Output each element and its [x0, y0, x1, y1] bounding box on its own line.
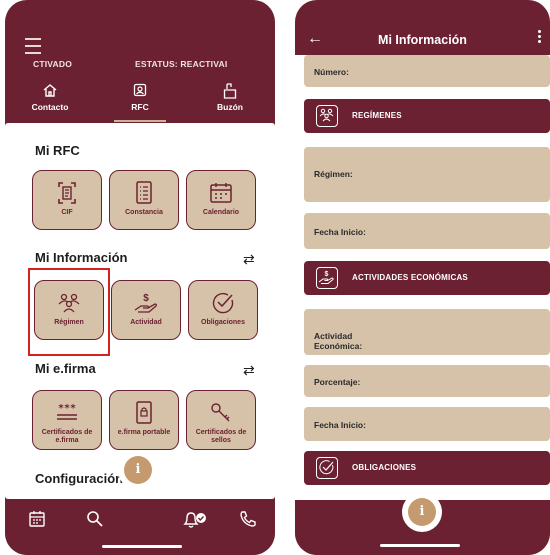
tile-label: Calendario	[202, 209, 240, 216]
tile-cif[interactable]: CIF	[32, 170, 102, 230]
bottom-nav	[5, 499, 275, 555]
checkmark-circle-icon	[316, 457, 338, 479]
id-card-icon	[104, 82, 176, 100]
section-label: REGÍMENES	[352, 111, 402, 120]
status-estatus: ESTATUS: REACTIVAI	[135, 59, 228, 69]
calendar-icon	[207, 181, 235, 205]
info-fab-button[interactable]: i	[118, 450, 158, 490]
bell-check-icon[interactable]	[181, 509, 206, 531]
more-options-icon[interactable]	[538, 30, 542, 45]
field-fecha-inicio-regimen: Fecha Inicio:	[304, 213, 550, 249]
field-porcentaje: Porcentaje:	[304, 365, 550, 397]
page-title: Mi Información	[378, 33, 467, 47]
section-regimenes[interactable]: REGÍMENES	[304, 99, 550, 133]
key-icon	[207, 401, 235, 425]
tile-efirma-portable[interactable]: e.firma portable	[109, 390, 179, 450]
tab-label: RFC	[131, 102, 149, 112]
lock-device-icon	[130, 401, 158, 425]
field-fecha-inicio-actividad: Fecha Inicio:	[304, 407, 550, 441]
svg-text:$: $	[143, 293, 149, 304]
hand-money-icon: $	[316, 267, 338, 289]
field-label: Fecha Inicio:	[314, 227, 366, 237]
tile-label: Certificados de e.firma	[41, 429, 93, 444]
tab-contacto[interactable]: Contacto	[14, 80, 86, 122]
section-label: ACTIVIDADES ECONÓMICAS	[352, 273, 468, 282]
home-indicator	[102, 545, 182, 548]
field-actividad-economica: Actividad Económica:	[304, 309, 550, 355]
tab-rfc[interactable]: RFC	[104, 80, 176, 122]
section-label: OBLIGACIONES	[352, 463, 417, 472]
info-fab-button[interactable]: i	[402, 492, 442, 532]
swap-arrows-icon[interactable]: ⇄	[243, 251, 255, 268]
info-icon: i	[408, 498, 436, 526]
section-obligaciones[interactable]: OBLIGACIONES	[304, 451, 550, 485]
calendar-icon[interactable]	[27, 509, 49, 531]
list-document-icon	[130, 181, 158, 205]
selection-highlight	[28, 268, 110, 356]
scan-document-icon	[53, 181, 81, 205]
section-actividades-economicas[interactable]: $ ACTIVIDADES ECONÓMICAS	[304, 261, 550, 295]
section-title-configuracion: Configuración	[35, 471, 124, 486]
field-label: Régimen:	[314, 169, 353, 179]
tile-label: Actividad	[130, 319, 162, 326]
svg-text:$: $	[325, 271, 329, 278]
tile-calendario[interactable]: Calendario	[186, 170, 256, 230]
field-label: Fecha Inicio:	[314, 420, 366, 430]
tile-label: CIF	[61, 209, 73, 216]
tile-label: e.firma portable	[117, 429, 171, 436]
tile-label: Constancia	[125, 209, 163, 216]
search-icon[interactable]	[85, 509, 107, 531]
left-phone-screen: CTIVADO ESTATUS: REACTIVAI Contacto RFC …	[5, 0, 275, 555]
mailbox-icon	[194, 82, 266, 100]
right-phone-screen: ← Mi Información Número: REGÍMENES Régim…	[295, 0, 550, 555]
phone-icon[interactable]	[238, 509, 260, 531]
section-title-mi-rfc: Mi RFC	[35, 143, 80, 158]
home-indicator	[380, 544, 460, 547]
checkmark-circle-icon	[209, 291, 237, 315]
svg-text:***: ***	[58, 403, 76, 414]
mi-informacion-body: Número: REGÍMENES Régimen: Fecha Inicio:…	[295, 55, 550, 500]
tile-certificados-sellos[interactable]: Certificados de sellos	[186, 390, 256, 450]
section-title-mi-efirma: Mi e.firma	[35, 361, 96, 376]
app-header: ← Mi Información	[295, 0, 550, 55]
field-numero: Número:	[304, 55, 550, 87]
tile-label: Certificados de sellos	[195, 429, 247, 444]
tab-buzon[interactable]: Buzón	[194, 80, 266, 122]
people-group-icon	[316, 105, 338, 127]
tab-label: Contacto	[31, 102, 69, 112]
info-icon: i	[124, 456, 152, 484]
tile-certificados-efirma[interactable]: *** Certificados de e.firma	[32, 390, 102, 450]
field-label: Porcentaje:	[314, 377, 361, 387]
hand-money-icon: $	[132, 291, 160, 315]
tile-constancia[interactable]: Constancia	[109, 170, 179, 230]
password-field-icon: ***	[53, 401, 81, 425]
status-activado: CTIVADO	[33, 59, 73, 69]
tab-label: Buzón	[217, 102, 243, 112]
home-icon	[14, 82, 86, 100]
status-marquee: CTIVADO ESTATUS: REACTIVAI	[5, 59, 275, 73]
tile-actividad[interactable]: $ Actividad	[111, 280, 181, 340]
field-regimen: Régimen:	[304, 147, 550, 202]
field-label: Número:	[314, 67, 349, 77]
menu-icon[interactable]	[25, 38, 43, 59]
tile-obligaciones[interactable]: Obligaciones	[188, 280, 258, 340]
field-label: Actividad Económica:	[314, 331, 363, 351]
top-tabs: Contacto RFC Buzón	[5, 80, 275, 122]
tile-label: Obligaciones	[201, 319, 245, 326]
swap-arrows-icon[interactable]: ⇄	[243, 362, 255, 379]
section-title-mi-informacion: Mi Información	[35, 250, 128, 265]
